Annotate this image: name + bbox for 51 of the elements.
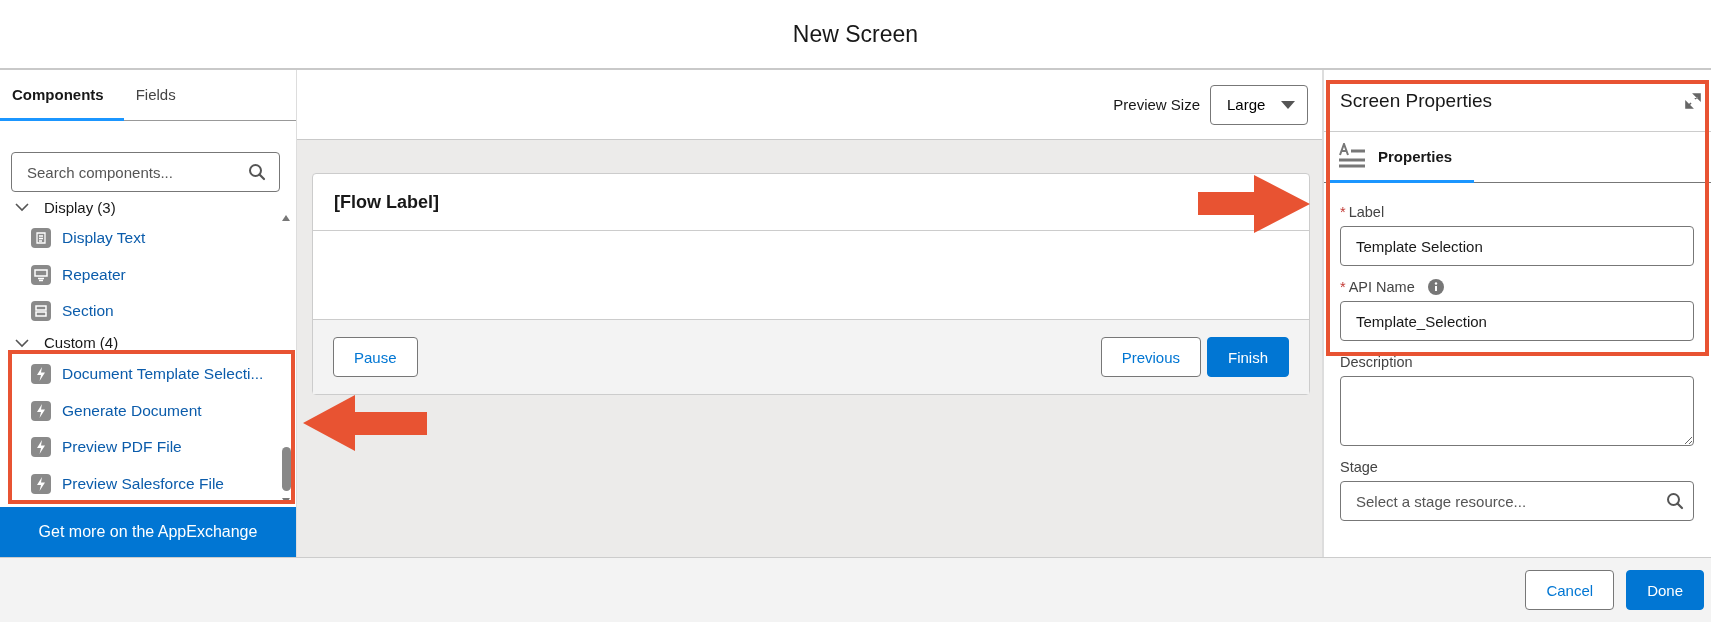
component-item[interactable]: Generate Document [0,392,280,429]
group-header[interactable]: Custom (4) [0,329,280,356]
pause-button[interactable]: Pause [333,337,418,377]
preview-size-label: Preview Size [1113,96,1200,113]
preview-size-dropdown[interactable]: Large [1210,84,1308,125]
component-item[interactable]: Document Template Selecti... [0,355,280,393]
cancel-button[interactable]: Cancel [1525,570,1615,610]
field-label: API Name [1348,279,1415,295]
component-item[interactable]: Repeater [0,256,280,294]
component-item[interactable]: Preview PDF File [0,428,280,466]
text-input[interactable]: Template_Selection [1340,301,1694,341]
group-header[interactable]: Display (3) [0,194,280,220]
modal-title: New Screen [792,20,919,48]
caret-icon [1281,100,1295,109]
arrow-icon [1198,175,1310,233]
text-block-icon [31,228,51,249]
flow-label: [Flow Label] [334,191,439,213]
component-item[interactable]: Display Text [0,220,280,257]
field-label: Label [1348,204,1385,220]
panel-tab[interactable]: Components [0,70,124,121]
scroll-up-icon[interactable] [281,214,291,222]
text-input[interactable]: Template Selection [1340,226,1694,266]
stage-search-field[interactable]: Select a stage resource... [1340,481,1694,521]
panel-title: Screen Properties [1340,89,1493,112]
field-label: Description [1340,354,1413,370]
lightning-icon [31,473,51,494]
panel-tab[interactable]: Fields [123,70,191,121]
component-item[interactable]: Preview Salesforce File [0,465,280,503]
description-textarea[interactable] [1340,376,1694,446]
repeater-icon [31,264,51,285]
component-item[interactable]: Section [0,293,280,330]
properties-tab[interactable]: Properties [1328,132,1475,183]
properties-icon [1338,143,1366,169]
scrollbar-thumb[interactable] [281,447,291,491]
lightning-icon [31,437,51,458]
section-icon [31,301,51,322]
expand-icon[interactable] [1685,92,1701,109]
done-button[interactable]: Done [1626,570,1704,610]
lightning-icon [31,364,51,385]
search-field[interactable]: Search components... [11,152,280,192]
search-icon [248,163,266,181]
appexchange-button[interactable]: Get more on the AppExchange [0,507,296,557]
search-icon [1666,492,1684,510]
required-asterisk: * [1340,279,1346,295]
required-asterisk: * [1340,204,1346,220]
arrow-icon [303,395,427,451]
lightning-icon [31,400,51,421]
previous-button[interactable]: Previous [1100,337,1201,377]
info-icon[interactable] [1427,279,1444,295]
finish-button[interactable]: Finish [1207,337,1289,377]
field-label: Stage [1340,459,1378,475]
